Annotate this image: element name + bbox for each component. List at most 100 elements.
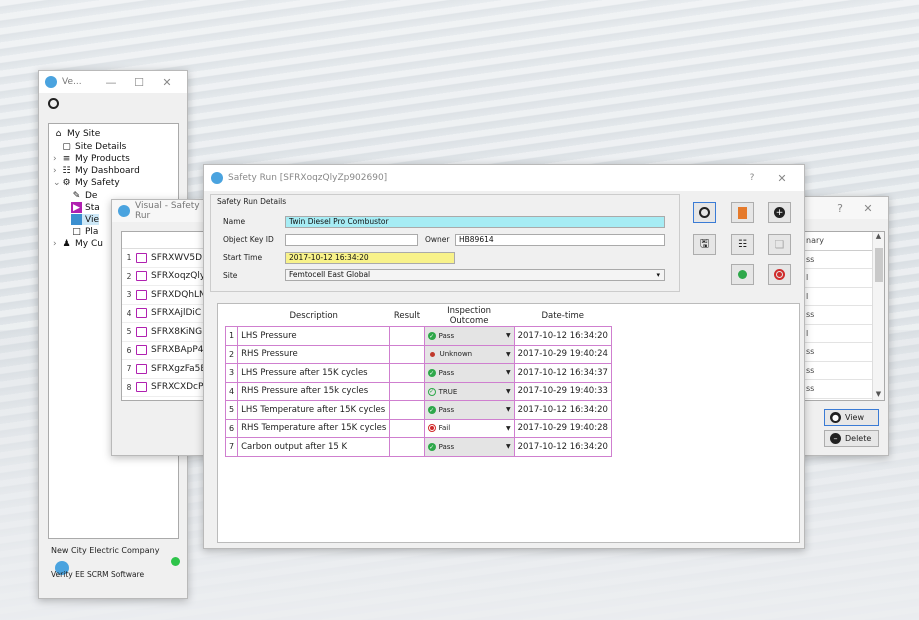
help-button[interactable]: ? <box>826 202 854 215</box>
tree-item-my-dashboard[interactable]: › ☷ My Dashboard <box>53 165 140 176</box>
tree-item-my-customers[interactable]: › ♟ My Cu <box>53 238 103 249</box>
tree-item-my-safety[interactable]: ⌄ ⚙ My Safety <box>53 177 120 188</box>
close-button[interactable]: ✕ <box>854 202 882 215</box>
result-cell[interactable] <box>389 381 425 401</box>
site-select[interactable]: Femtocell East Global ▾ <box>285 269 665 281</box>
dropdown-arrow-icon[interactable]: ▼ <box>506 406 511 413</box>
result-cell[interactable] <box>389 326 425 346</box>
datetime-cell[interactable]: 2017-10-12 16:34:20 <box>513 326 612 346</box>
view-icon <box>71 214 82 225</box>
result-header[interactable]: Result <box>390 306 424 327</box>
datetime-cell[interactable]: 2017-10-29 19:40:24 <box>513 344 612 364</box>
object-key-field[interactable] <box>285 234 418 246</box>
tree-item-my-products[interactable]: › ≡ My Products <box>53 153 130 164</box>
collapse-chevron-icon[interactable]: ⌄ <box>53 178 61 188</box>
tree-item-site-details[interactable]: ▢ Site Details <box>61 141 126 152</box>
outcome-select[interactable]: Unknown ▼ <box>423 344 515 364</box>
result-cell[interactable] <box>389 418 425 438</box>
description-cell[interactable]: LHS Temperature after 15K cycles <box>237 400 391 420</box>
start-time-field[interactable]: 2017-10-12 16:34:20 <box>285 252 455 264</box>
result-cell[interactable] <box>389 437 425 457</box>
table-row[interactable]: 7 Carbon output after 15 K ✓ Pass ▼ 2017-10-1… <box>224 437 612 457</box>
tree-item-plan[interactable]: □ Pla <box>71 226 98 237</box>
datetime-cell[interactable]: 2017-10-12 16:34:20 <box>513 400 612 420</box>
status-indicator <box>171 557 180 566</box>
dropdown-arrow-icon[interactable]: ▼ <box>506 351 511 358</box>
dialog-titlebar[interactable]: Safety Run [SFRXoqzQlyZp902690] ? ✕ <box>204 165 804 191</box>
description-cell[interactable]: RHS Temperature after 15K cycles <box>237 418 391 438</box>
dropdown-arrow-icon[interactable]: ▼ <box>506 388 511 395</box>
table-row[interactable]: 2 RHS Pressure Unknown ▼ 2017-10-29 19:40:24 <box>224 344 612 364</box>
run-id: SFRXAjlDiC <box>151 308 202 319</box>
datetime-cell[interactable]: 2017-10-29 19:40:33 <box>513 381 612 401</box>
name-field[interactable]: Twin Diesel Pro Combustor <box>285 216 665 228</box>
maximize-button[interactable]: ☐ <box>125 76 153 89</box>
dropdown-arrow-icon[interactable]: ▼ <box>506 443 511 450</box>
tree-item-label: Sta <box>85 202 100 213</box>
description-cell[interactable]: Carbon output after 15 K <box>237 437 391 457</box>
dropdown-arrow-icon[interactable]: ▼ <box>506 425 511 432</box>
outcome-select[interactable]: Fail ▼ <box>423 418 515 438</box>
expand-chevron-icon[interactable]: › <box>53 239 61 249</box>
outcome-select[interactable]: ✓ Pass ▼ <box>423 437 515 457</box>
vertical-scrollbar[interactable]: ▲ ▼ <box>872 232 884 400</box>
tree-item-start[interactable]: ▶ Sta <box>71 202 100 213</box>
view-button[interactable]: ● View <box>824 409 879 426</box>
delete-button[interactable]: – Delete <box>824 430 879 447</box>
result-cell[interactable] <box>389 363 425 383</box>
copy-button[interactable]: ❏ <box>768 234 791 255</box>
datetime-cell[interactable]: 2017-10-29 19:40:28 <box>513 418 612 438</box>
main-window-title: Ve... <box>62 77 82 87</box>
result-cell[interactable] <box>389 400 425 420</box>
outcome-badge: ✓ Pass <box>427 406 454 414</box>
close-button[interactable]: ✕ <box>767 172 797 185</box>
table-row[interactable]: 3 LHS Pressure after 15K cycles ✓ Pass ▼ 2017… <box>224 363 612 383</box>
tree-item-design[interactable]: ✎ De <box>71 190 98 201</box>
description-cell[interactable]: LHS Pressure <box>237 326 391 346</box>
reject-button[interactable] <box>768 264 791 285</box>
scroll-down-icon[interactable]: ▼ <box>873 390 884 398</box>
tree-item-my-site[interactable]: ⌂ My Site <box>53 128 101 139</box>
main-window-titlebar[interactable]: Ve... — ☐ ✕ <box>39 71 187 93</box>
table-row[interactable]: 1 LHS Pressure ✓ Pass ▼ 2017-10-12 16:34:20 <box>224 326 612 346</box>
document-icon <box>136 289 147 300</box>
table-row[interactable]: 4 RHS Pressure after 15k cycles ✓ TRUE ▼ 2017… <box>224 381 612 401</box>
description-header[interactable]: Description <box>238 306 390 327</box>
datetime-cell[interactable]: 2017-10-12 16:34:20 <box>513 437 612 457</box>
datetime-cell[interactable]: 2017-10-12 16:34:37 <box>513 363 612 383</box>
result-cell[interactable] <box>389 344 425 364</box>
expand-chevron-icon[interactable]: › <box>53 154 61 164</box>
outcome-badge: Fail <box>427 424 450 433</box>
approve-button[interactable] <box>731 264 754 285</box>
app-icon <box>118 205 130 217</box>
dropdown-arrow-icon[interactable]: ▼ <box>506 369 511 376</box>
cart-button[interactable]: ☷ <box>731 234 754 255</box>
description-cell[interactable]: RHS Pressure <box>237 344 391 364</box>
outcome-header[interactable]: Inspection Outcome <box>424 306 514 327</box>
table-row[interactable]: 6 RHS Temperature after 15K cycles Fail ▼ 20… <box>224 418 612 438</box>
record-button[interactable] <box>693 202 716 223</box>
outcome-select[interactable]: ✓ TRUE ▼ <box>423 381 515 401</box>
summary-window-titlebar[interactable]: ? ✕ <box>797 197 888 219</box>
outcome-select[interactable]: ✓ Pass ▼ <box>423 363 515 383</box>
document-button[interactable] <box>731 202 754 223</box>
outcome-select[interactable]: ✓ Pass ▼ <box>423 400 515 420</box>
owner-field[interactable]: HB89614 <box>455 234 665 246</box>
row-number: 2 <box>126 271 132 281</box>
description-cell[interactable]: RHS Pressure after 15k cycles <box>237 381 391 401</box>
table-row[interactable]: 5 LHS Temperature after 15K cycles ✓ Pass ▼ 2… <box>224 400 612 420</box>
help-button[interactable]: ? <box>737 173 767 183</box>
toolbar-circle-icon[interactable] <box>48 98 59 109</box>
save-button[interactable]: 🖫 <box>693 234 716 255</box>
scroll-thumb[interactable] <box>875 248 883 282</box>
outcome-select[interactable]: ✓ Pass ▼ <box>423 326 515 346</box>
dropdown-arrow-icon[interactable]: ▼ <box>506 332 511 339</box>
scroll-up-icon[interactable]: ▲ <box>873 232 884 240</box>
minimize-button[interactable]: — <box>97 76 125 89</box>
expand-chevron-icon[interactable]: › <box>53 166 61 176</box>
add-button[interactable]: + <box>768 202 791 223</box>
tree-item-view[interactable]: Vie <box>71 214 99 225</box>
close-button[interactable]: ✕ <box>153 76 181 89</box>
datetime-header[interactable]: Date-time <box>514 306 611 327</box>
description-cell[interactable]: LHS Pressure after 15K cycles <box>237 363 391 383</box>
